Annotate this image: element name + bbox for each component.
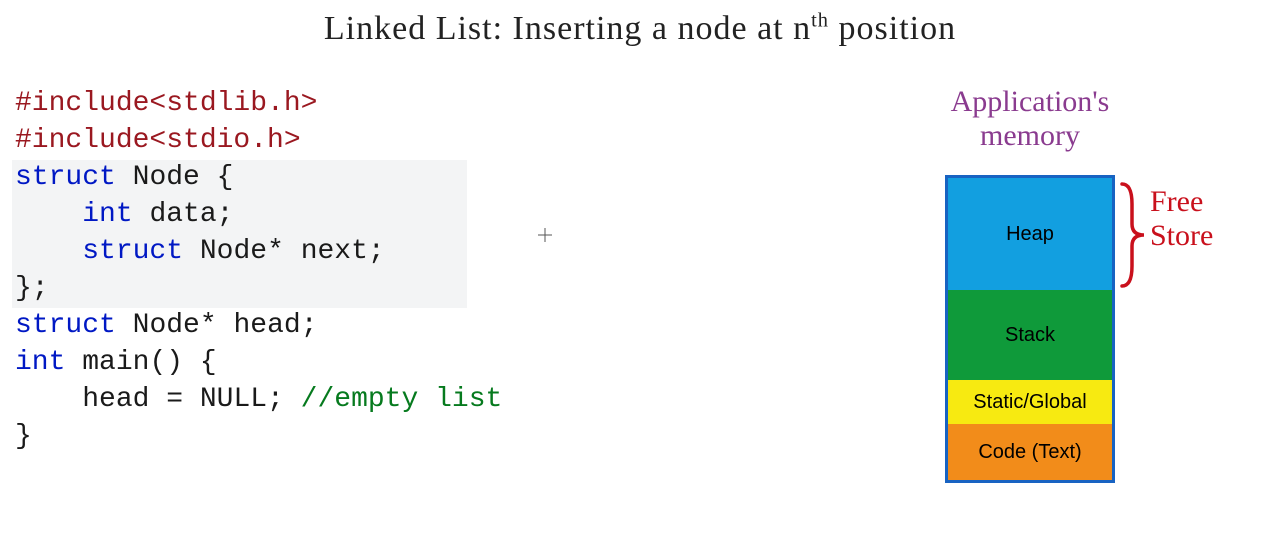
- kw-int-1: int: [82, 199, 132, 230]
- include-2: #include<stdio.h>: [15, 125, 301, 156]
- mem-segment-stack: Stack: [948, 290, 1112, 380]
- field-next: next: [301, 236, 368, 267]
- null-assign: head = NULL;: [82, 384, 284, 415]
- slide-title: Linked List: Inserting a node at nth pos…: [0, 10, 1280, 48]
- node-ident-3: Node: [133, 310, 200, 341]
- kw-struct: struct: [15, 162, 116, 193]
- memory-diagram: Heap Stack Static/Global Code (Text): [945, 175, 1115, 483]
- code-block: #include<stdlib.h> #include<stdio.h> str…: [15, 85, 502, 455]
- mem-segment-heap: Heap: [948, 178, 1112, 290]
- include-1: #include<stdlib.h>: [15, 88, 317, 119]
- free-store-text: FreeStore: [1150, 185, 1213, 252]
- kw-struct-3: struct: [15, 310, 116, 341]
- head-decl: head: [233, 310, 300, 341]
- comment-empty-list: //empty list: [301, 384, 503, 415]
- curly-bracket-icon: [1118, 180, 1148, 290]
- memory-title-text: Application'smemory: [951, 85, 1110, 152]
- field-data: data: [149, 199, 216, 230]
- mem-segment-static: Static/Global: [948, 380, 1112, 424]
- node-ident: Node: [133, 162, 200, 193]
- main-ident: main: [82, 347, 149, 378]
- kw-int-2: int: [15, 347, 65, 378]
- cursor-crosshair-icon: [538, 228, 552, 242]
- free-store-label: FreeStore: [1150, 185, 1213, 253]
- kw-struct-2: struct: [82, 236, 183, 267]
- mem-segment-code: Code (Text): [948, 424, 1112, 480]
- title-text: Linked List: Inserting a node at nth pos…: [324, 10, 956, 47]
- node-ident-2: Node: [200, 236, 267, 267]
- memory-title: Application'smemory: [905, 85, 1155, 153]
